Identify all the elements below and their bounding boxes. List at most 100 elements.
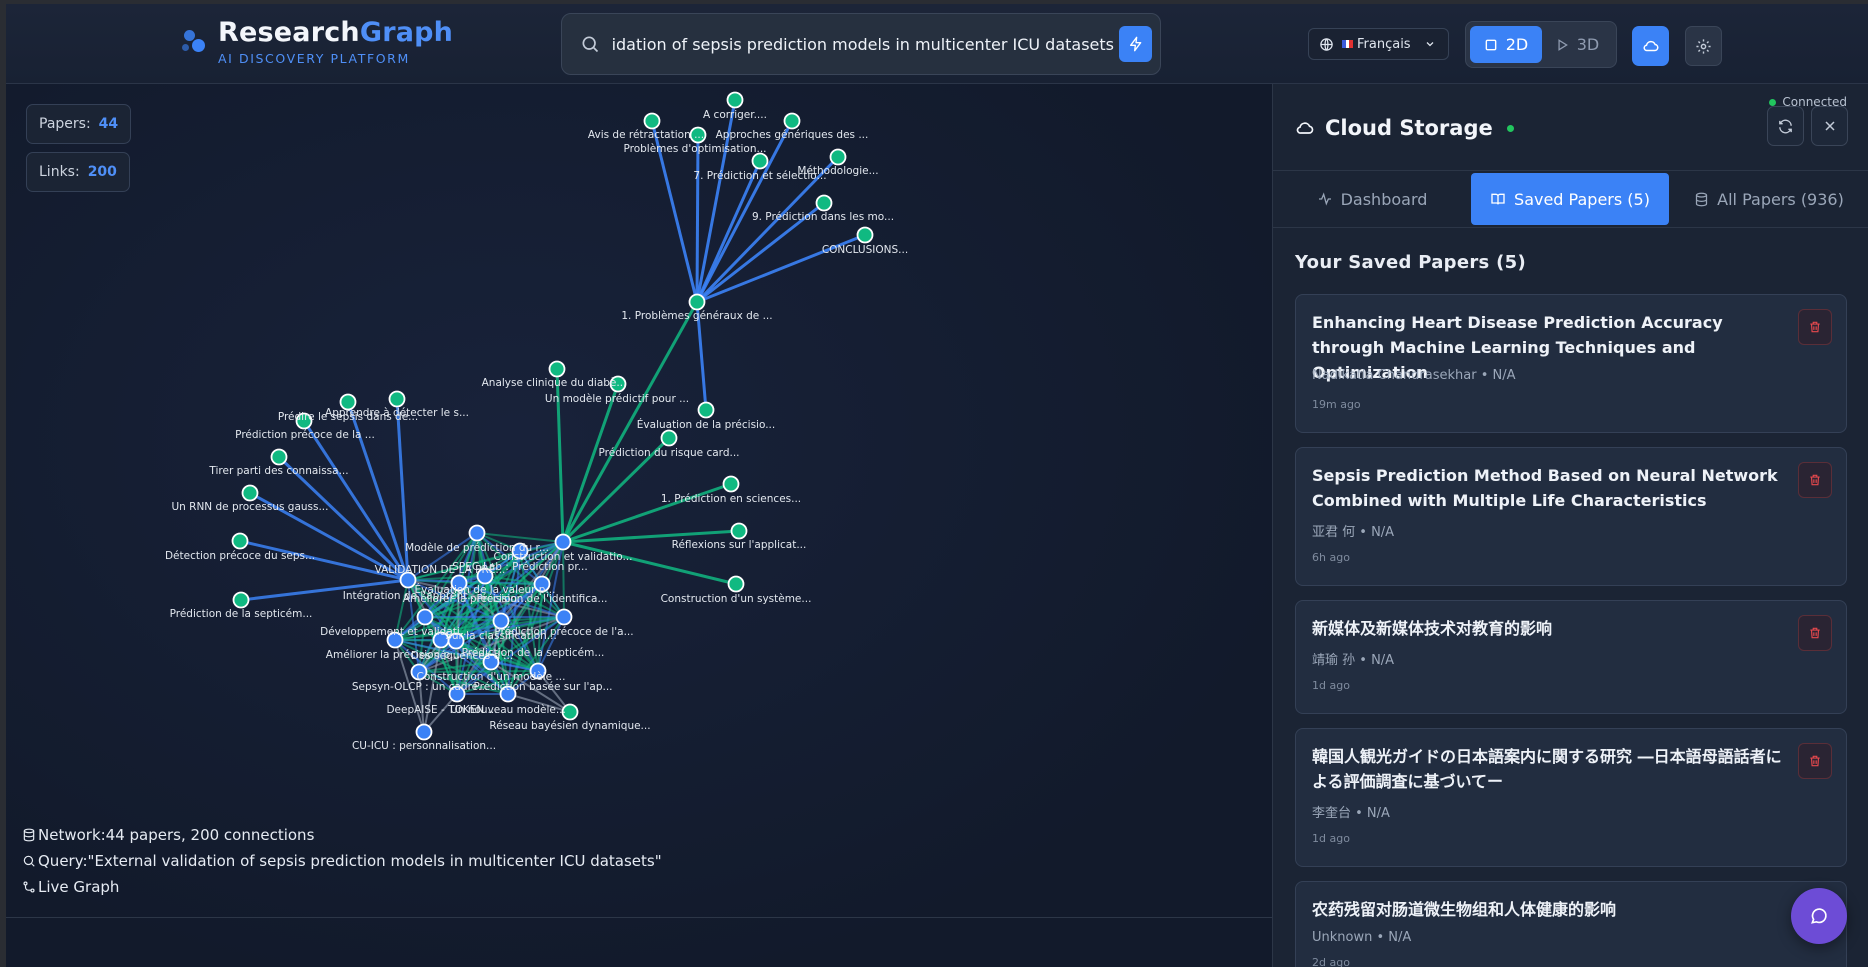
share-nodes-icon bbox=[23, 881, 35, 893]
trash-icon bbox=[1810, 321, 1820, 333]
node-label: Prédiction du risque card... bbox=[599, 447, 740, 459]
paper-meta: 亚君 何 • N/A bbox=[1312, 525, 1395, 540]
paper-node[interactable] bbox=[468, 524, 486, 542]
cloud-icon bbox=[1296, 122, 1314, 134]
paper-node[interactable] bbox=[726, 91, 744, 109]
tab-dashboard[interactable]: Dashboard bbox=[1273, 173, 1471, 225]
node-label: CONCLUSIONS... bbox=[822, 244, 908, 256]
paper-node[interactable] bbox=[660, 429, 678, 447]
graph-link bbox=[695, 134, 700, 303]
paper-card[interactable]: 韓国人観光ガイドの日本語案内に関する研究 ―日本語母語話者による評価調査に基づい… bbox=[1295, 728, 1847, 867]
delete-paper-button[interactable] bbox=[1798, 462, 1832, 498]
papers-count-label: Papers: bbox=[39, 116, 91, 132]
tab-all-papers[interactable]: All Papers (936) bbox=[1669, 173, 1868, 225]
view-3d-button[interactable]: 3D bbox=[1542, 26, 1612, 63]
logo-icon bbox=[180, 30, 212, 70]
panel-title: Cloud Storage bbox=[1295, 116, 1514, 140]
status-query: Query:"External validation of sepsis pre… bbox=[22, 848, 662, 874]
node-label: 9. Prédiction dans les mo... bbox=[752, 211, 894, 223]
globe-icon bbox=[1320, 37, 1333, 51]
links-count-label: Links: bbox=[39, 164, 80, 180]
node-label: Précision de l'identifica... bbox=[476, 593, 607, 605]
gear-icon bbox=[1696, 38, 1711, 54]
paper-node[interactable] bbox=[751, 152, 769, 170]
refresh-icon bbox=[1779, 119, 1792, 133]
node-label: Analyse clinique du diabè... bbox=[482, 377, 627, 389]
language-select[interactable]: Français bbox=[1308, 28, 1449, 60]
paper-card[interactable]: Enhancing Heart Disease Prediction Accur… bbox=[1295, 294, 1847, 433]
paper-node[interactable] bbox=[730, 522, 748, 540]
paper-node[interactable] bbox=[697, 401, 715, 419]
paper-title[interactable]: 农药残留对肠道微生物组和人体健康的影响 bbox=[1312, 897, 1792, 922]
paper-time: 2d ago bbox=[1312, 956, 1350, 967]
paper-node[interactable] bbox=[856, 226, 874, 244]
paper-node[interactable] bbox=[416, 608, 434, 626]
node-label: Tirer parti des connaissa... bbox=[208, 465, 348, 477]
trash-icon bbox=[1810, 627, 1820, 639]
delete-paper-button[interactable] bbox=[1798, 615, 1832, 651]
search-bar[interactable]: External validation of sepsis prediction… bbox=[561, 13, 1161, 75]
paper-node[interactable] bbox=[555, 608, 573, 626]
paper-node[interactable] bbox=[643, 112, 661, 130]
brand-tagline: AI DISCOVERY PLATFORM bbox=[218, 51, 410, 66]
chat-button[interactable] bbox=[1791, 888, 1847, 944]
paper-node[interactable] bbox=[415, 723, 433, 741]
paper-node[interactable] bbox=[688, 293, 706, 311]
node-label: Prédiction basée sur l'ap... bbox=[473, 681, 612, 693]
close-panel-button[interactable] bbox=[1811, 106, 1848, 146]
lightning-icon bbox=[1129, 36, 1141, 52]
paper-title[interactable]: Sepsis Prediction Method Based on Neural… bbox=[1312, 463, 1792, 513]
node-label: Un nouveau modèle... bbox=[450, 704, 566, 716]
paper-node[interactable] bbox=[829, 148, 847, 166]
paper-node[interactable] bbox=[727, 575, 745, 593]
paper-node[interactable] bbox=[548, 360, 566, 378]
cloud-storage-button[interactable] bbox=[1632, 26, 1669, 66]
node-label: Prédiction de la septicém... bbox=[170, 608, 313, 620]
node-label: A corriger.... bbox=[703, 109, 767, 121]
node-label: Problèmes d'optimisation... bbox=[623, 143, 766, 155]
network-graph[interactable]: A corriger.... Avis de rétractation ... Ap… bbox=[6, 84, 1272, 914]
delete-paper-button[interactable] bbox=[1798, 743, 1832, 779]
cloud-storage-panel: Connected Cloud Storage Dashboard Saved … bbox=[1272, 84, 1868, 967]
database-icon bbox=[1696, 192, 1708, 206]
paper-node[interactable] bbox=[815, 194, 833, 212]
paper-node[interactable] bbox=[722, 475, 740, 493]
paper-title[interactable]: 新媒体及新媒体技术对教育的影响 bbox=[1312, 616, 1792, 641]
search-submit-button[interactable] bbox=[1119, 26, 1152, 62]
status-mode: Live Graph bbox=[22, 874, 662, 900]
links-count-badge: Links: 200 bbox=[26, 152, 130, 192]
paper-meta: Unknown • N/A bbox=[1312, 930, 1412, 945]
graph-link bbox=[561, 383, 620, 543]
search-input[interactable]: External validation of sepsis prediction… bbox=[612, 35, 1114, 54]
paper-node[interactable] bbox=[554, 533, 572, 551]
view-2d-button[interactable]: 2D bbox=[1470, 26, 1542, 63]
paper-node[interactable] bbox=[270, 448, 288, 466]
paper-time: 19m ago bbox=[1312, 398, 1361, 411]
paper-node[interactable] bbox=[241, 484, 259, 502]
paper-node[interactable] bbox=[388, 390, 406, 408]
play-icon bbox=[1558, 38, 1568, 51]
settings-button[interactable] bbox=[1685, 26, 1722, 66]
node-label: Apprendre à détecter le s... bbox=[325, 407, 469, 419]
panel-tabs: Dashboard Saved Papers (5) All Papers (9… bbox=[1273, 170, 1868, 228]
paper-card[interactable]: 新媒体及新媒体技术对教育的影响 靖瑜 孙 • N/A 1d ago bbox=[1295, 600, 1847, 714]
tab-dashboard-label: Dashboard bbox=[1340, 189, 1428, 209]
paper-card[interactable]: 农药残留对肠道微生物组和人体健康的影响 Unknown • N/A 2d ago bbox=[1295, 881, 1847, 967]
delete-paper-button[interactable] bbox=[1798, 309, 1832, 345]
refresh-button[interactable] bbox=[1767, 106, 1804, 146]
book-icon bbox=[1491, 193, 1505, 205]
tab-all-papers-label: All Papers (936) bbox=[1717, 189, 1844, 209]
paper-node[interactable] bbox=[232, 591, 250, 609]
status-network: Network:44 papers, 200 connections bbox=[22, 822, 662, 848]
paper-card[interactable]: Sepsis Prediction Method Based on Neural… bbox=[1295, 447, 1847, 586]
node-label: Construction d'un système... bbox=[661, 593, 812, 605]
tab-saved-papers[interactable]: Saved Papers (5) bbox=[1471, 173, 1669, 225]
status-dot bbox=[1769, 98, 1777, 106]
status-query-text: Query:"External validation of sepsis pre… bbox=[38, 852, 662, 870]
logo[interactable]: ResearchGraph AI DISCOVERY PLATFORM bbox=[180, 16, 453, 70]
paper-node[interactable] bbox=[231, 532, 249, 550]
flag-fr-icon bbox=[1342, 40, 1354, 48]
chevron-down-icon bbox=[1426, 42, 1434, 47]
paper-node[interactable] bbox=[783, 112, 801, 130]
paper-title[interactable]: 韓国人観光ガイドの日本語案内に関する研究 ―日本語母語話者による評価調査に基づい… bbox=[1312, 744, 1792, 794]
